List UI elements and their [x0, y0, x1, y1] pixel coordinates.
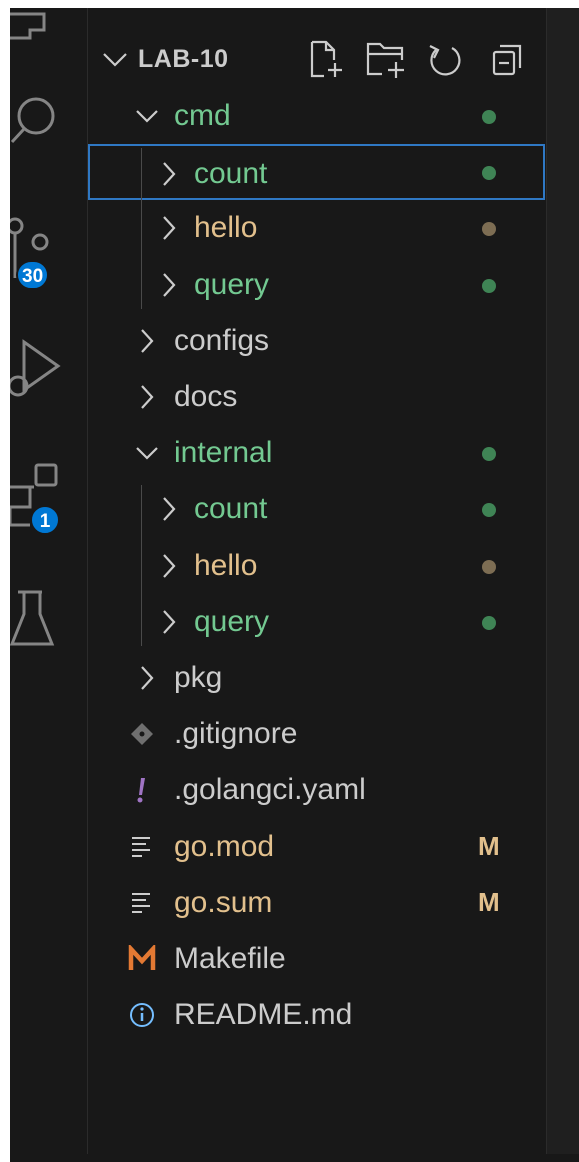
tree-item-label: .gitignore [174, 717, 298, 751]
new-file-icon [310, 40, 342, 78]
tree-item-label: Makefile [174, 942, 286, 975]
folder-item-docs[interactable]: docs [88, 369, 545, 425]
search-icon [10, 97, 55, 144]
explorer-panel: LAB-10 cmd count hello query configs doc… [88, 8, 545, 1154]
chevron-right-icon [163, 553, 176, 578]
refresh-icon [429, 45, 461, 76]
git-status-dot [482, 503, 496, 518]
collapse-all-icon [492, 44, 522, 76]
folder-item-internal[interactable]: internal [88, 425, 545, 481]
activity-bar: 30 1 [10, 8, 88, 1154]
folder-item-query[interactable]: query [88, 257, 545, 313]
chevron-right-icon [141, 385, 154, 409]
file-item-makefile[interactable]: Makefile [88, 931, 545, 987]
lines-icon [132, 836, 150, 857]
tree-item-label: count [194, 492, 268, 526]
lines-icon [132, 892, 150, 913]
folder-item-hello[interactable]: hello [88, 200, 545, 256]
chevron-right-icon [163, 497, 176, 522]
yaml-exclamation-icon [137, 778, 145, 803]
file-item-go-mod[interactable]: go.mod M [88, 819, 545, 875]
tree-item-label: hello [194, 548, 258, 582]
chevron-right-icon [163, 610, 176, 634]
folder-item-hello[interactable]: hello [88, 538, 545, 594]
makefile-m-icon [128, 945, 156, 970]
git-status-dot [482, 447, 496, 462]
file-item-golangci-yaml[interactable]: .golangci.yaml [88, 762, 545, 818]
tree-item-label: count [194, 157, 268, 191]
tree-item-label: go.mod [174, 829, 275, 863]
new-folder-icon [366, 42, 404, 78]
git-status-dot [482, 166, 496, 181]
new-file-button[interactable] [308, 40, 344, 80]
tree-item-label: query [194, 267, 270, 301]
editor-edge [546, 8, 579, 1154]
tree-item-label: internal [174, 436, 273, 470]
activity-run-debug[interactable] [10, 338, 87, 408]
activity-extensions[interactable]: 1 [10, 463, 87, 543]
git-status-dot [482, 559, 496, 574]
indent-guide [141, 485, 142, 646]
folder-item-count[interactable]: count [88, 481, 545, 537]
explorer-folder-title: LAB-10 [138, 45, 229, 73]
activity-testing[interactable] [10, 588, 87, 658]
extensions-badge: 1 [30, 505, 60, 535]
explorer-icon [10, 12, 46, 40]
file-item-readme-md[interactable]: README.md [88, 987, 545, 1043]
tree-item-label: hello [194, 211, 258, 245]
file-item-go-sum[interactable]: go.sum M [88, 875, 545, 931]
git-diamond-icon [131, 723, 153, 746]
git-status-dot [482, 222, 496, 237]
tree-item-label: README.md [174, 998, 353, 1032]
tree-item-label: docs [174, 380, 238, 413]
chevron-right-icon [141, 329, 154, 353]
file-item-gitignore[interactable]: .gitignore [88, 706, 545, 762]
collapse-all-button[interactable] [490, 40, 526, 80]
git-status-dot [482, 110, 496, 124]
testing-icon [10, 590, 55, 646]
folder-item-configs[interactable]: configs [88, 313, 545, 369]
chevron-right-icon [163, 272, 176, 297]
folder-item-cmd[interactable]: cmd [88, 88, 545, 144]
tree-item-label: pkg [174, 661, 223, 694]
activity-source-control[interactable]: 30 [10, 216, 87, 296]
activity-search[interactable] [10, 96, 87, 156]
chevron-right-icon [163, 162, 176, 186]
folder-item-query[interactable]: query [88, 594, 545, 650]
git-status-dot [482, 278, 496, 293]
chevron-right-icon [141, 666, 154, 690]
folder-item-count[interactable]: count [88, 144, 545, 201]
tree-item-label: query [194, 604, 270, 638]
tree-item-label: cmd [174, 99, 231, 132]
info-icon [130, 1003, 154, 1028]
chevron-down-icon [136, 110, 158, 123]
run-debug-icon [10, 339, 61, 397]
new-folder-button[interactable] [366, 40, 404, 80]
git-status-dot [482, 615, 496, 630]
indent-guide [141, 148, 142, 309]
activity-explorer[interactable] [10, 8, 87, 60]
tree-item-label: .golangci.yaml [174, 773, 366, 807]
chevron-down-icon [103, 53, 127, 67]
tree-item-label: configs [174, 323, 270, 357]
tree-item-label: go.sum [174, 885, 273, 919]
git-status-badge: M [478, 886, 500, 917]
source-control-badge: 30 [16, 260, 50, 290]
chevron-right-icon [163, 216, 176, 241]
chevron-down-icon [136, 447, 158, 460]
folder-item-pkg[interactable]: pkg [88, 650, 545, 706]
explorer-folder-header[interactable]: LAB-10 [88, 38, 545, 82]
refresh-button[interactable] [428, 40, 464, 80]
git-status-badge: M [478, 830, 500, 861]
